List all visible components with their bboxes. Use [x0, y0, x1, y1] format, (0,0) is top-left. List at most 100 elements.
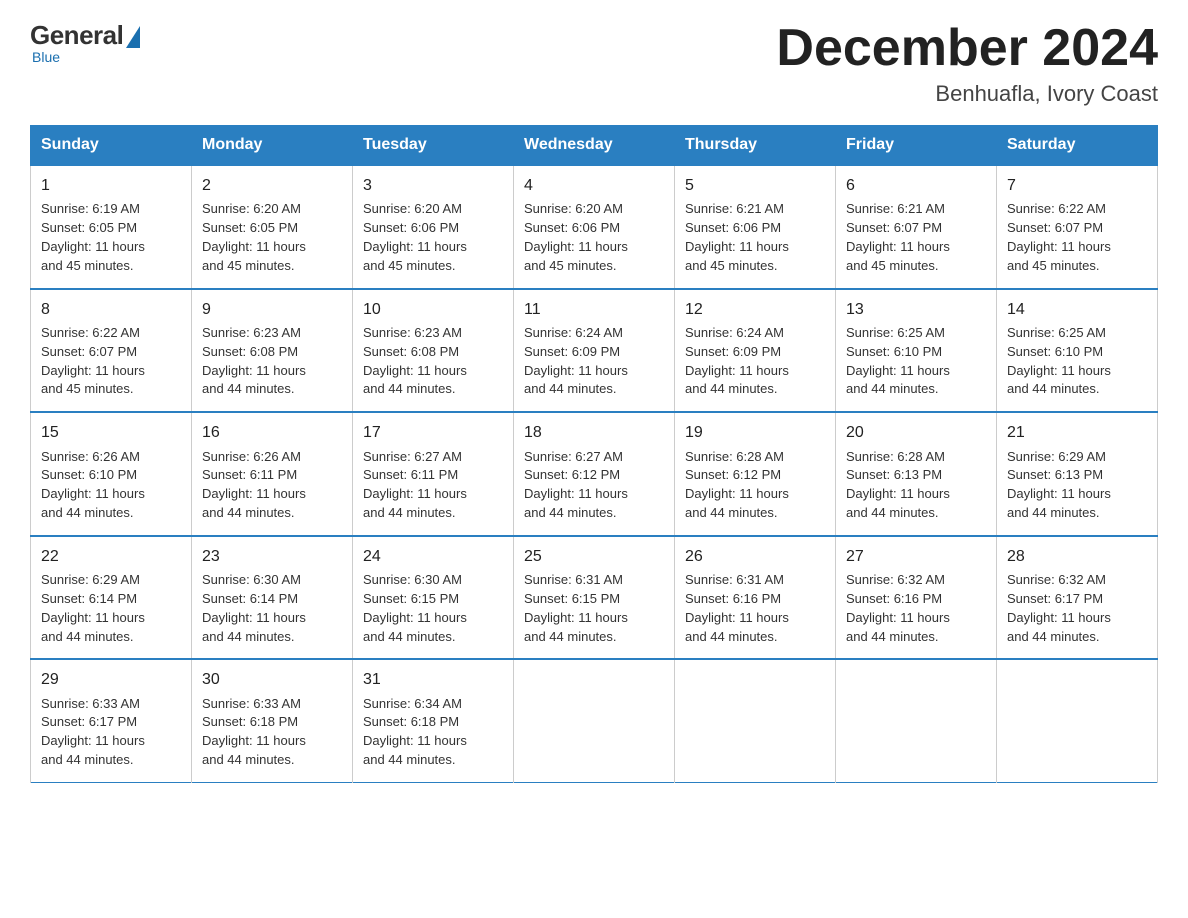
calendar-week-row: 15Sunrise: 6:26 AM Sunset: 6:10 PM Dayli…: [31, 412, 1158, 536]
day-info: Sunrise: 6:25 AM Sunset: 6:10 PM Dayligh…: [1007, 324, 1147, 399]
day-number: 4: [524, 174, 664, 197]
calendar-week-row: 29 Sunrise: 6:33 AM Sunset: 6:17 PM Dayli…: [31, 659, 1158, 782]
calendar-cell: 19 Sunrise: 6:28 AM Sunset: 6:12 PM Dayli…: [675, 412, 836, 536]
header-friday: Friday: [836, 126, 997, 166]
day-number: 24: [363, 545, 503, 568]
day-number: 8: [41, 298, 181, 321]
calendar-cell: [675, 659, 836, 782]
day-info: Sunrise: 6:30 AM Sunset: 6:14 PM Dayligh…: [202, 571, 342, 646]
day-info: Sunrise: 6:28 AM Sunset: 6:12 PM Dayligh…: [685, 448, 825, 523]
header-saturday: Saturday: [997, 126, 1158, 166]
day-number: 22: [41, 545, 181, 568]
calendar-cell: [514, 659, 675, 782]
day-info: Sunrise: 6:23 AM Sunset: 6:08 PM Dayligh…: [202, 324, 342, 399]
calendar-cell: 28 Sunrise: 6:32 AM Sunset: 6:17 PM Dayli…: [997, 536, 1158, 660]
day-info: Sunrise: 6:27 AM Sunset: 6:11 PM Dayligh…: [363, 448, 503, 523]
day-info: Sunrise: 6:29 AM Sunset: 6:14 PM Dayligh…: [41, 571, 181, 646]
logo-general-text: General: [30, 20, 123, 51]
day-number: 7: [1007, 174, 1147, 197]
day-info: Sunrise: 6:21 AM Sunset: 6:07 PM Dayligh…: [846, 200, 986, 275]
calendar-cell: 16 Sunrise: 6:26 AM Sunset: 6:11 PM Dayli…: [192, 412, 353, 536]
calendar-cell: 13 Sunrise: 6:25 AM Sunset: 6:10 PM Dayli…: [836, 289, 997, 413]
day-number: 12: [685, 298, 825, 321]
day-info: Sunrise: 6:33 AM Sunset: 6:18 PM Dayligh…: [202, 695, 342, 770]
calendar-cell: 26Sunrise: 6:31 AM Sunset: 6:16 PM Dayli…: [675, 536, 836, 660]
calendar-cell: 7 Sunrise: 6:22 AM Sunset: 6:07 PM Daylig…: [997, 165, 1158, 289]
header-sunday: Sunday: [31, 126, 192, 166]
day-number: 10: [363, 298, 503, 321]
calendar-cell: 5Sunrise: 6:21 AM Sunset: 6:06 PM Daylig…: [675, 165, 836, 289]
day-number: 19: [685, 421, 825, 444]
day-number: 1: [41, 174, 181, 197]
day-number: 13: [846, 298, 986, 321]
day-info: Sunrise: 6:31 AM Sunset: 6:16 PM Dayligh…: [685, 571, 825, 646]
calendar-cell: 2 Sunrise: 6:20 AM Sunset: 6:05 PM Daylig…: [192, 165, 353, 289]
day-info: Sunrise: 6:25 AM Sunset: 6:10 PM Dayligh…: [846, 324, 986, 399]
calendar-cell: 31Sunrise: 6:34 AM Sunset: 6:18 PM Dayli…: [353, 659, 514, 782]
day-info: Sunrise: 6:22 AM Sunset: 6:07 PM Dayligh…: [1007, 200, 1147, 275]
sub-title: Benhuafla, Ivory Coast: [776, 81, 1158, 107]
day-info: Sunrise: 6:34 AM Sunset: 6:18 PM Dayligh…: [363, 695, 503, 770]
calendar-cell: 1 Sunrise: 6:19 AM Sunset: 6:05 PM Daylig…: [31, 165, 192, 289]
day-number: 25: [524, 545, 664, 568]
day-number: 6: [846, 174, 986, 197]
day-number: 23: [202, 545, 342, 568]
day-number: 21: [1007, 421, 1147, 444]
calendar-cell: 4Sunrise: 6:20 AM Sunset: 6:06 PM Daylig…: [514, 165, 675, 289]
day-number: 17: [363, 421, 503, 444]
logo-triangle-icon: [126, 26, 140, 48]
calendar-cell: 17 Sunrise: 6:27 AM Sunset: 6:11 PM Dayli…: [353, 412, 514, 536]
calendar-cell: 9Sunrise: 6:23 AM Sunset: 6:08 PM Daylig…: [192, 289, 353, 413]
day-info: Sunrise: 6:22 AM Sunset: 6:07 PM Dayligh…: [41, 324, 181, 399]
day-info: Sunrise: 6:28 AM Sunset: 6:13 PM Dayligh…: [846, 448, 986, 523]
day-number: 3: [363, 174, 503, 197]
logo: General Blue: [30, 20, 140, 65]
calendar-cell: 24Sunrise: 6:30 AM Sunset: 6:15 PM Dayli…: [353, 536, 514, 660]
day-number: 11: [524, 298, 664, 321]
calendar-cell: 21Sunrise: 6:29 AM Sunset: 6:13 PM Dayli…: [997, 412, 1158, 536]
calendar-cell: 12 Sunrise: 6:24 AM Sunset: 6:09 PM Dayli…: [675, 289, 836, 413]
day-number: 16: [202, 421, 342, 444]
day-info: Sunrise: 6:23 AM Sunset: 6:08 PM Dayligh…: [363, 324, 503, 399]
day-info: Sunrise: 6:26 AM Sunset: 6:11 PM Dayligh…: [202, 448, 342, 523]
header-monday: Monday: [192, 126, 353, 166]
header-wednesday: Wednesday: [514, 126, 675, 166]
calendar-cell: 27 Sunrise: 6:32 AM Sunset: 6:16 PM Dayli…: [836, 536, 997, 660]
calendar-header-row: SundayMondayTuesdayWednesdayThursdayFrid…: [31, 126, 1158, 166]
calendar-cell: 14Sunrise: 6:25 AM Sunset: 6:10 PM Dayli…: [997, 289, 1158, 413]
main-title: December 2024: [776, 20, 1158, 77]
day-info: Sunrise: 6:33 AM Sunset: 6:17 PM Dayligh…: [41, 695, 181, 770]
calendar-table: SundayMondayTuesdayWednesdayThursdayFrid…: [30, 125, 1158, 783]
day-number: 5: [685, 174, 825, 197]
calendar-week-row: 8 Sunrise: 6:22 AM Sunset: 6:07 PM Daylig…: [31, 289, 1158, 413]
calendar-cell: [997, 659, 1158, 782]
calendar-cell: [836, 659, 997, 782]
header-tuesday: Tuesday: [353, 126, 514, 166]
day-number: 20: [846, 421, 986, 444]
day-info: Sunrise: 6:19 AM Sunset: 6:05 PM Dayligh…: [41, 200, 181, 275]
calendar-cell: 8 Sunrise: 6:22 AM Sunset: 6:07 PM Daylig…: [31, 289, 192, 413]
day-info: Sunrise: 6:20 AM Sunset: 6:06 PM Dayligh…: [363, 200, 503, 275]
day-number: 27: [846, 545, 986, 568]
calendar-cell: 10 Sunrise: 6:23 AM Sunset: 6:08 PM Dayli…: [353, 289, 514, 413]
day-info: Sunrise: 6:31 AM Sunset: 6:15 PM Dayligh…: [524, 571, 664, 646]
day-info: Sunrise: 6:24 AM Sunset: 6:09 PM Dayligh…: [524, 324, 664, 399]
calendar-cell: 15Sunrise: 6:26 AM Sunset: 6:10 PM Dayli…: [31, 412, 192, 536]
day-number: 28: [1007, 545, 1147, 568]
calendar-cell: 23 Sunrise: 6:30 AM Sunset: 6:14 PM Dayli…: [192, 536, 353, 660]
day-info: Sunrise: 6:24 AM Sunset: 6:09 PM Dayligh…: [685, 324, 825, 399]
page-header: General Blue December 2024 Benhuafla, Iv…: [30, 20, 1158, 107]
day-info: Sunrise: 6:32 AM Sunset: 6:16 PM Dayligh…: [846, 571, 986, 646]
day-number: 2: [202, 174, 342, 197]
day-info: Sunrise: 6:32 AM Sunset: 6:17 PM Dayligh…: [1007, 571, 1147, 646]
calendar-week-row: 22 Sunrise: 6:29 AM Sunset: 6:14 PM Dayli…: [31, 536, 1158, 660]
day-number: 29: [41, 668, 181, 691]
day-number: 18: [524, 421, 664, 444]
day-info: Sunrise: 6:20 AM Sunset: 6:05 PM Dayligh…: [202, 200, 342, 275]
calendar-cell: 18 Sunrise: 6:27 AM Sunset: 6:12 PM Dayli…: [514, 412, 675, 536]
calendar-week-row: 1 Sunrise: 6:19 AM Sunset: 6:05 PM Daylig…: [31, 165, 1158, 289]
calendar-cell: 22 Sunrise: 6:29 AM Sunset: 6:14 PM Dayli…: [31, 536, 192, 660]
calendar-cell: 30Sunrise: 6:33 AM Sunset: 6:18 PM Dayli…: [192, 659, 353, 782]
day-info: Sunrise: 6:27 AM Sunset: 6:12 PM Dayligh…: [524, 448, 664, 523]
calendar-cell: 3 Sunrise: 6:20 AM Sunset: 6:06 PM Daylig…: [353, 165, 514, 289]
